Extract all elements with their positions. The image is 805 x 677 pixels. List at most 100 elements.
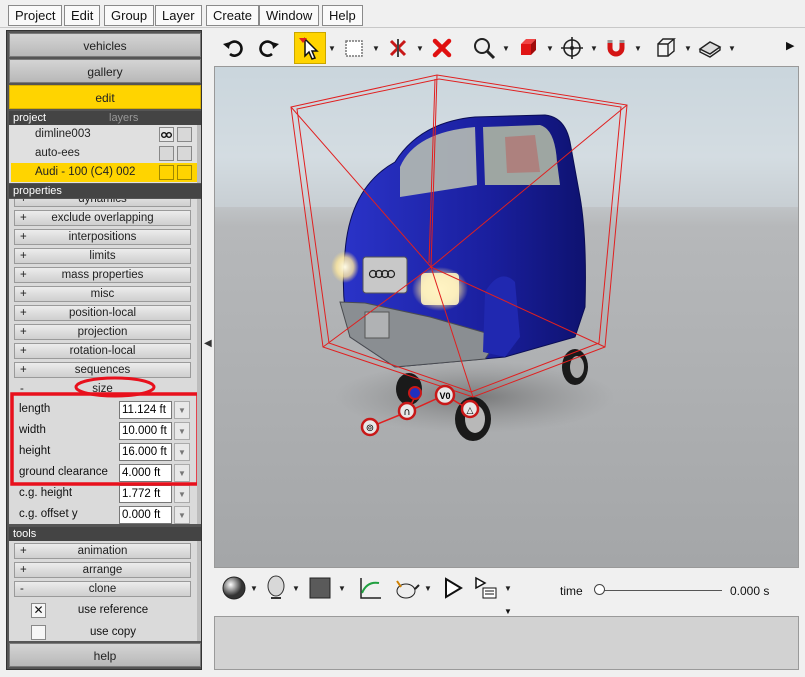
layers-tab[interactable]: layers [109,111,138,125]
zoom-icon [474,38,496,60]
help-button[interactable]: help [9,643,201,667]
project-item-dimline003[interactable]: dimline003 [11,125,197,144]
play-icon [445,577,463,599]
chevron-down-icon[interactable]: ▼ [292,584,300,593]
chevron-down-icon[interactable]: ▼ [502,44,510,53]
undo-button[interactable] [218,32,250,64]
play-button[interactable] [436,572,468,604]
project-header[interactable]: project layers [9,111,201,125]
project-header-label: project [13,112,47,124]
play-options-button[interactable] [470,572,502,604]
bottom-toolbar: ▼ ▼ ▼ ▼ ▼ time 0.000 s [214,570,799,608]
use-copy-option[interactable]: use copy [13,623,191,643]
zoom-button[interactable] [468,32,500,64]
visibility-toggle[interactable] [159,146,174,161]
lock-toggle[interactable] [177,127,192,142]
move-icon [561,37,583,59]
collapse-sign: - [20,583,24,595]
pivot-handle[interactable] [408,386,422,400]
project-item-label: auto-ees [35,147,80,159]
tool-group-clone[interactable]: - clone [14,581,191,597]
menu-edit[interactable]: Edit [64,5,101,26]
chevron-down-icon[interactable]: ▼ [684,44,692,53]
3d-viewport[interactable]: V0 ∩ △ ⊚ [214,66,799,568]
redo-icon [259,40,279,57]
properties-panel: + dynamics + exclude overlapping + interpos… [9,199,201,524]
project-item-label: dimline003 [35,128,91,140]
chevron-down-icon[interactable]: ▼ [634,44,642,53]
chevron-down-icon[interactable]: ▼ [338,584,346,593]
project-scrollbar[interactable] [197,125,201,183]
solid-cube-icon [521,39,536,55]
menu-create[interactable]: Create [206,5,260,26]
use-reference-checkbox[interactable]: ✕ [31,603,46,618]
teapot-icon [396,580,420,599]
time-slider-thumb[interactable] [594,584,605,595]
vehicles-tab[interactable]: vehicles [9,33,201,57]
menu-group[interactable]: Group [104,5,155,26]
ground-plane-button[interactable] [694,32,726,64]
tool-group-animation[interactable]: + animation [14,543,191,559]
selection-box-button[interactable] [338,32,370,64]
teapot-button[interactable] [390,572,422,604]
graph-button[interactable] [354,572,386,604]
menu-layer[interactable]: Layer [155,5,202,26]
expand-sign: + [20,545,27,557]
lock-toggle[interactable] [177,165,192,180]
select-tool-button[interactable] [294,32,326,64]
edit-tab[interactable]: edit [9,85,201,109]
use-reference-option[interactable]: ✕ use reference [13,601,191,621]
chevron-down-icon[interactable]: ▼ [372,44,380,53]
menu-window[interactable]: Window [259,5,320,26]
chevron-down-icon[interactable]: ▼ [590,44,598,53]
time-value: 0.000 s [730,584,770,598]
material-sphere-button[interactable] [218,572,250,604]
character-button[interactable] [260,572,292,604]
chevron-down-icon[interactable]: ▼ [504,584,512,593]
properties-scrollbar[interactable] [197,199,201,524]
chevron-down-icon[interactable]: ▼ [424,584,432,593]
wireframe-cube-icon [657,38,676,57]
move-button[interactable] [556,32,588,64]
solid-cube-button[interactable] [512,32,544,64]
gallery-tab[interactable]: gallery [9,59,201,83]
chevron-down-icon[interactable]: ▼ [250,584,258,593]
more-icon[interactable]: ▶ [786,39,794,52]
properties-header: properties [9,184,201,198]
tools-scrollbar[interactable] [197,541,201,641]
play-list-icon [475,576,497,599]
tools-panel: + animation + arrange - clone ✕ use referen… [9,541,201,641]
chevron-down-icon[interactable]: ▼ [728,44,736,53]
tools-header: tools [9,527,201,541]
delete-icon [432,38,452,58]
wireframe-cube-button[interactable] [650,32,682,64]
main-toolbar: ▼ ▼ ▼ ▼ ▼ ▼ ▼ ▼ ▼ ▶ [214,30,799,66]
graph-icon [360,578,381,599]
selection-box-icon [345,40,363,57]
sphere-icon [222,576,246,600]
menu-help[interactable]: Help [322,5,363,26]
chevron-down-icon[interactable]: ▼ [416,44,424,53]
visibility-toggle[interactable] [159,127,174,142]
chevron-down-icon[interactable]: ▼ [546,44,554,53]
magnet-button[interactable] [600,32,632,64]
time-slider-track[interactable] [598,590,722,591]
collapse-left-arrow-icon[interactable]: ◀ [204,338,214,358]
delete-button[interactable] [426,32,458,64]
use-copy-checkbox[interactable] [31,625,46,640]
tool-group-label: arrange [82,564,123,576]
menu-project[interactable]: Project [8,5,63,26]
v0-handle-label: V0 [439,391,450,401]
size-fields-highlight-box [10,392,200,486]
color-swatch-button[interactable] [304,572,336,604]
project-item-audi[interactable]: Audi - 100 (C4) 002 [11,163,197,182]
visibility-toggle[interactable] [159,165,174,180]
delete-nodes-button[interactable] [382,32,414,64]
use-reference-label: use reference [77,604,149,616]
project-item-auto-ees[interactable]: auto-ees [11,144,197,163]
redo-button[interactable] [252,32,284,64]
tool-group-label: animation [77,545,128,557]
lock-toggle[interactable] [177,146,192,161]
tool-group-arrange[interactable]: + arrange [14,562,191,578]
chevron-down-icon[interactable]: ▼ [328,44,336,53]
